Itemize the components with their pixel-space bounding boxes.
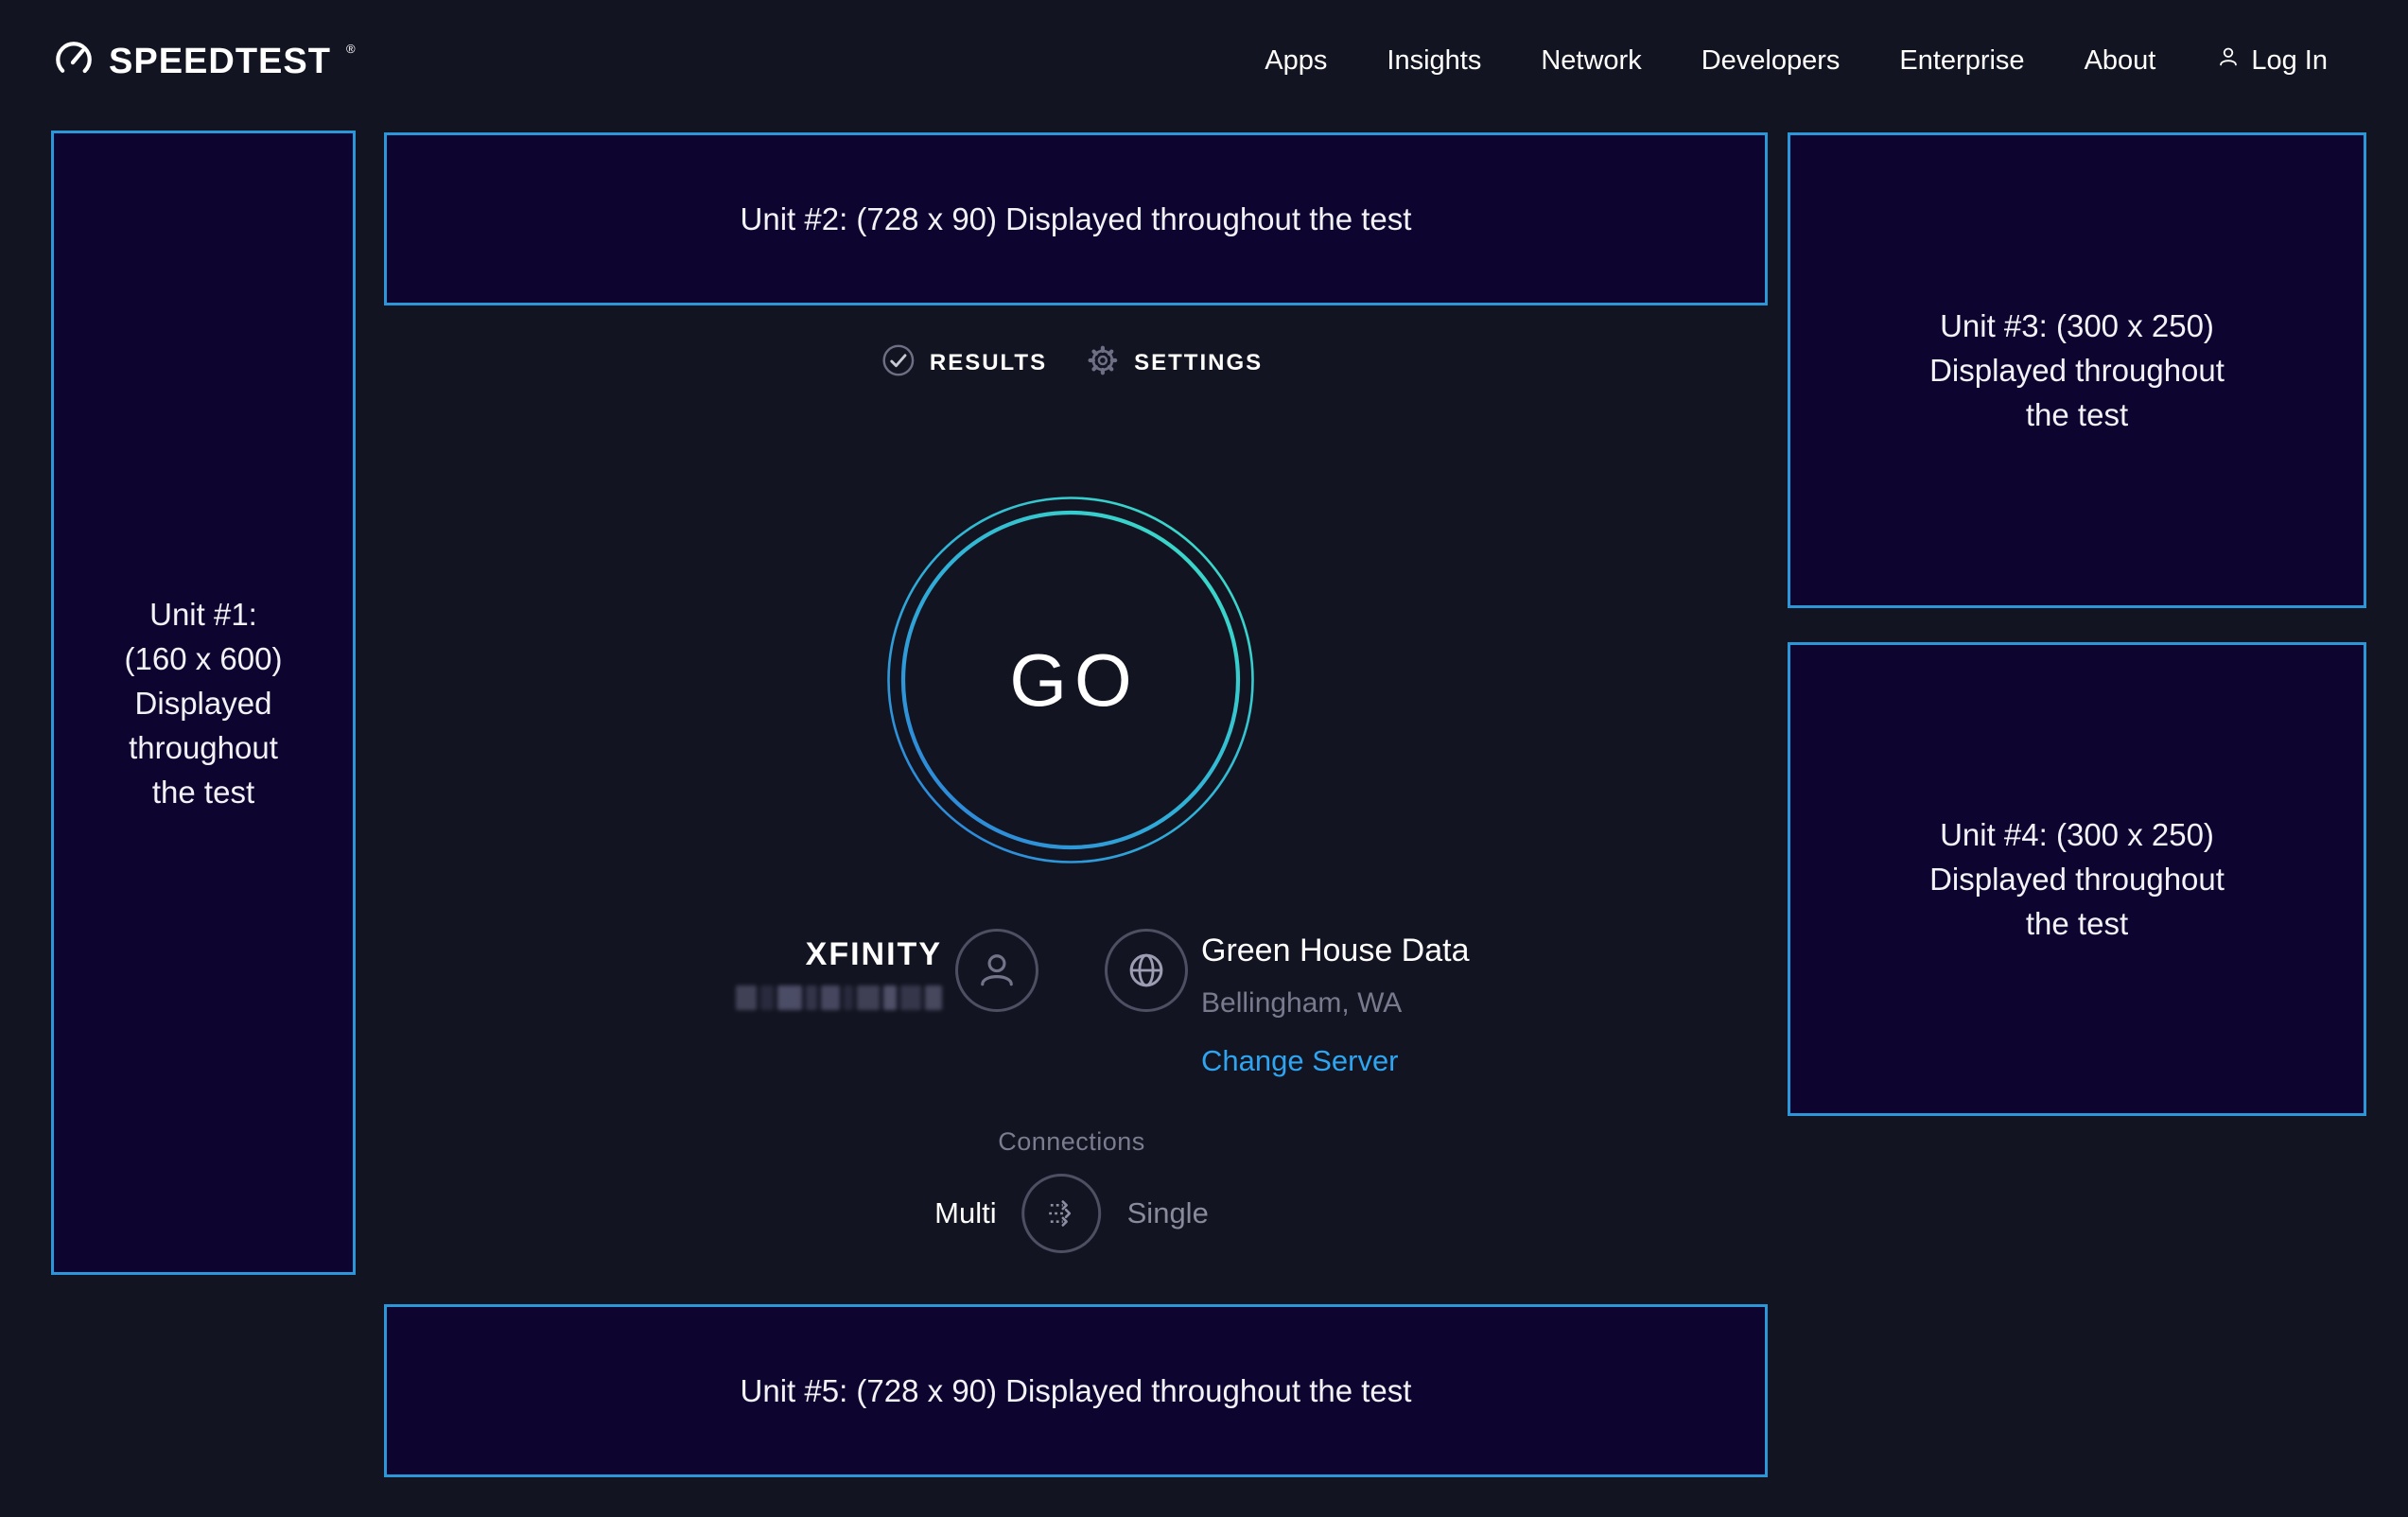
ad-unit-5: Unit #5: (728 x 90) Displayed throughout…	[384, 1304, 1768, 1477]
login-button[interactable]: Log In	[2215, 44, 2328, 78]
results-tab-label: RESULTS	[930, 350, 1047, 376]
speedtest-logo[interactable]: SPEEDTEST ®	[52, 38, 354, 86]
connections-multi-option[interactable]: Multi	[934, 1196, 996, 1230]
connections-label: Connections	[998, 1127, 1145, 1157]
main-nav: Apps Insights Network Developers Enterpr…	[1265, 38, 2328, 83]
nav-item-network[interactable]: Network	[1541, 45, 1641, 77]
connections-toggle[interactable]	[1022, 1174, 1102, 1253]
top-nav-bar: SPEEDTEST ® Apps Insights Network Develo…	[0, 0, 2408, 112]
connections-toggle-row: Multi Single	[934, 1174, 1209, 1253]
ad-unit-4-label: Unit #4: (300 x 250) Displayed throughou…	[1929, 812, 2225, 946]
nav-item-insights[interactable]: Insights	[1387, 45, 1481, 77]
user-icon	[2215, 44, 2242, 78]
connections-single-option[interactable]: Single	[1127, 1196, 1209, 1230]
trademark-mark: ®	[346, 42, 356, 56]
isp-name: XFINITY	[728, 934, 942, 974]
globe-icon	[1121, 945, 1172, 996]
ad-unit-5-label: Unit #5: (728 x 90) Displayed throughout…	[741, 1369, 1412, 1413]
nav-item-developers[interactable]: Developers	[1701, 45, 1841, 77]
nav-item-about[interactable]: About	[2085, 45, 2156, 77]
isp-info: XFINITY	[728, 934, 942, 1010]
server-globe-badge	[1105, 929, 1188, 1012]
ad-unit-3: Unit #3: (300 x 250) Displayed throughou…	[1788, 132, 2366, 608]
check-circle-icon	[881, 342, 916, 383]
person-icon	[972, 946, 1021, 995]
ad-unit-2-label: Unit #2: (728 x 90) Displayed throughout…	[741, 197, 1412, 241]
go-label: GO	[886, 496, 1255, 864]
login-label: Log In	[2251, 45, 2328, 77]
settings-tab-label: SETTINGS	[1134, 350, 1263, 376]
view-tabs: RESULTS	[881, 342, 1263, 383]
ad-unit-1-label: Unit #1: (160 x 600) Displayed throughou…	[104, 592, 303, 814]
server-info: Green House Data Bellingham, WA Change S…	[1201, 931, 1470, 1079]
go-button[interactable]: GO	[886, 496, 1255, 864]
ad-unit-1: Unit #1: (160 x 600) Displayed throughou…	[51, 131, 356, 1275]
ad-unit-3-label: Unit #3: (300 x 250) Displayed throughou…	[1929, 304, 2225, 437]
ad-unit-4: Unit #4: (300 x 250) Displayed throughou…	[1788, 642, 2366, 1116]
nav-item-enterprise[interactable]: Enterprise	[1899, 45, 2024, 77]
change-server-link[interactable]: Change Server	[1201, 1043, 1470, 1079]
server-name: Green House Data	[1201, 931, 1470, 970]
server-location: Bellingham, WA	[1201, 986, 1470, 1020]
gear-icon	[1085, 342, 1121, 383]
ad-unit-2: Unit #2: (728 x 90) Displayed throughout…	[384, 132, 1768, 305]
tab-results[interactable]: RESULTS	[881, 342, 1047, 383]
isp-avatar	[955, 929, 1038, 1012]
masked-isp-detail	[728, 985, 942, 1010]
tab-settings[interactable]: SETTINGS	[1085, 342, 1263, 383]
logo-text: SPEEDTEST	[109, 42, 331, 82]
nav-item-apps[interactable]: Apps	[1265, 45, 1327, 77]
multi-arrows-icon	[1038, 1189, 1087, 1238]
gauge-icon	[52, 38, 96, 86]
speedtest-page: SPEEDTEST ® Apps Insights Network Develo…	[0, 0, 2408, 1517]
